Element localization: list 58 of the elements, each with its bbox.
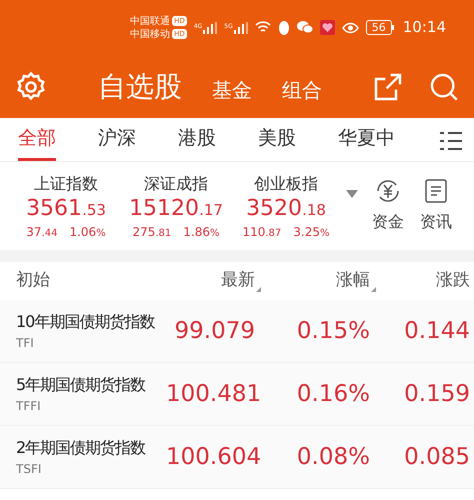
index-change: 110.87 — [242, 224, 282, 240]
index-value: 15120.17 — [129, 196, 223, 222]
column-header[interactable]: 最新 — [221, 268, 255, 294]
index-value: 3561.53 — [26, 196, 106, 222]
table-cell: 0.08% — [296, 444, 370, 470]
table-cell: 0.16% — [296, 380, 370, 407]
tab[interactable]: 华夏中 — [338, 124, 395, 161]
table-cell: 0.085 — [404, 444, 470, 470]
battery-level: 56 — [366, 20, 392, 35]
sort-icon[interactable] — [371, 286, 376, 292]
table-cell: 100.481 — [166, 380, 262, 407]
document-icon — [424, 178, 448, 204]
signal-icon — [203, 22, 218, 34]
column-header[interactable]: 涨幅 — [336, 268, 370, 294]
instrument-name: 10年期国债期货指数 — [16, 311, 156, 333]
header-tab[interactable]: 组合 — [282, 74, 322, 104]
column-header: 涨跌 — [436, 269, 470, 292]
index-percent: 3.25% — [293, 224, 330, 240]
eye-icon — [342, 22, 359, 34]
table-cell: 0.144 — [404, 318, 470, 344]
page-title: 自选股 — [98, 68, 182, 104]
index-value: 3520.18 — [246, 196, 326, 222]
clock-time: 10:14 — [402, 17, 446, 38]
instrument-name: 5年期国债期货指数 — [16, 374, 146, 396]
wifi-icon — [254, 21, 271, 34]
tab[interactable]: 全部 — [18, 124, 56, 161]
tab[interactable]: 沪深 — [98, 124, 136, 161]
tab[interactable]: 美股 — [258, 124, 296, 161]
instrument-code: TFFI — [16, 398, 42, 415]
carrier-name: 中国移动 — [130, 28, 170, 40]
yuan-cycle-icon — [375, 178, 401, 204]
shortcut-button[interactable]: 资讯 — [420, 178, 452, 234]
index-name: 创业板指 — [254, 172, 318, 194]
signal-icon — [234, 22, 248, 34]
shortcut-button[interactable]: 资金 — [372, 178, 404, 234]
column-header: 初始 — [16, 269, 50, 292]
instrument-code: TFI — [16, 335, 35, 352]
instrument-name: 2年期国债期货指数 — [16, 437, 146, 459]
chat-bubbles-icon — [296, 21, 313, 34]
table-cell: 0.15% — [296, 318, 370, 344]
heart-app-icon — [320, 20, 335, 35]
index-name: 上证指数 — [34, 172, 98, 194]
carrier-name: 中国联通 — [130, 14, 170, 28]
sort-icon[interactable] — [256, 286, 261, 292]
table-cell: 99.079 — [174, 318, 255, 344]
header-tab[interactable]: 基金 — [212, 74, 252, 104]
dropdown-caret-icon[interactable] — [346, 190, 358, 198]
index-name: 深证成指 — [144, 172, 208, 194]
table-cell: 100.604 — [166, 444, 262, 470]
instrument-code: TSFI — [16, 461, 42, 478]
table-cell: 0.159 — [404, 380, 470, 407]
index-percent: 1.06% — [69, 224, 106, 240]
index-change: 37.44 — [26, 224, 58, 240]
menu-icon[interactable] — [440, 131, 462, 151]
index-percent: 1.86% — [183, 224, 220, 240]
tab[interactable]: 港股 — [178, 124, 216, 161]
battery-tip — [392, 25, 394, 30]
index-change: 275.81 — [132, 224, 172, 240]
